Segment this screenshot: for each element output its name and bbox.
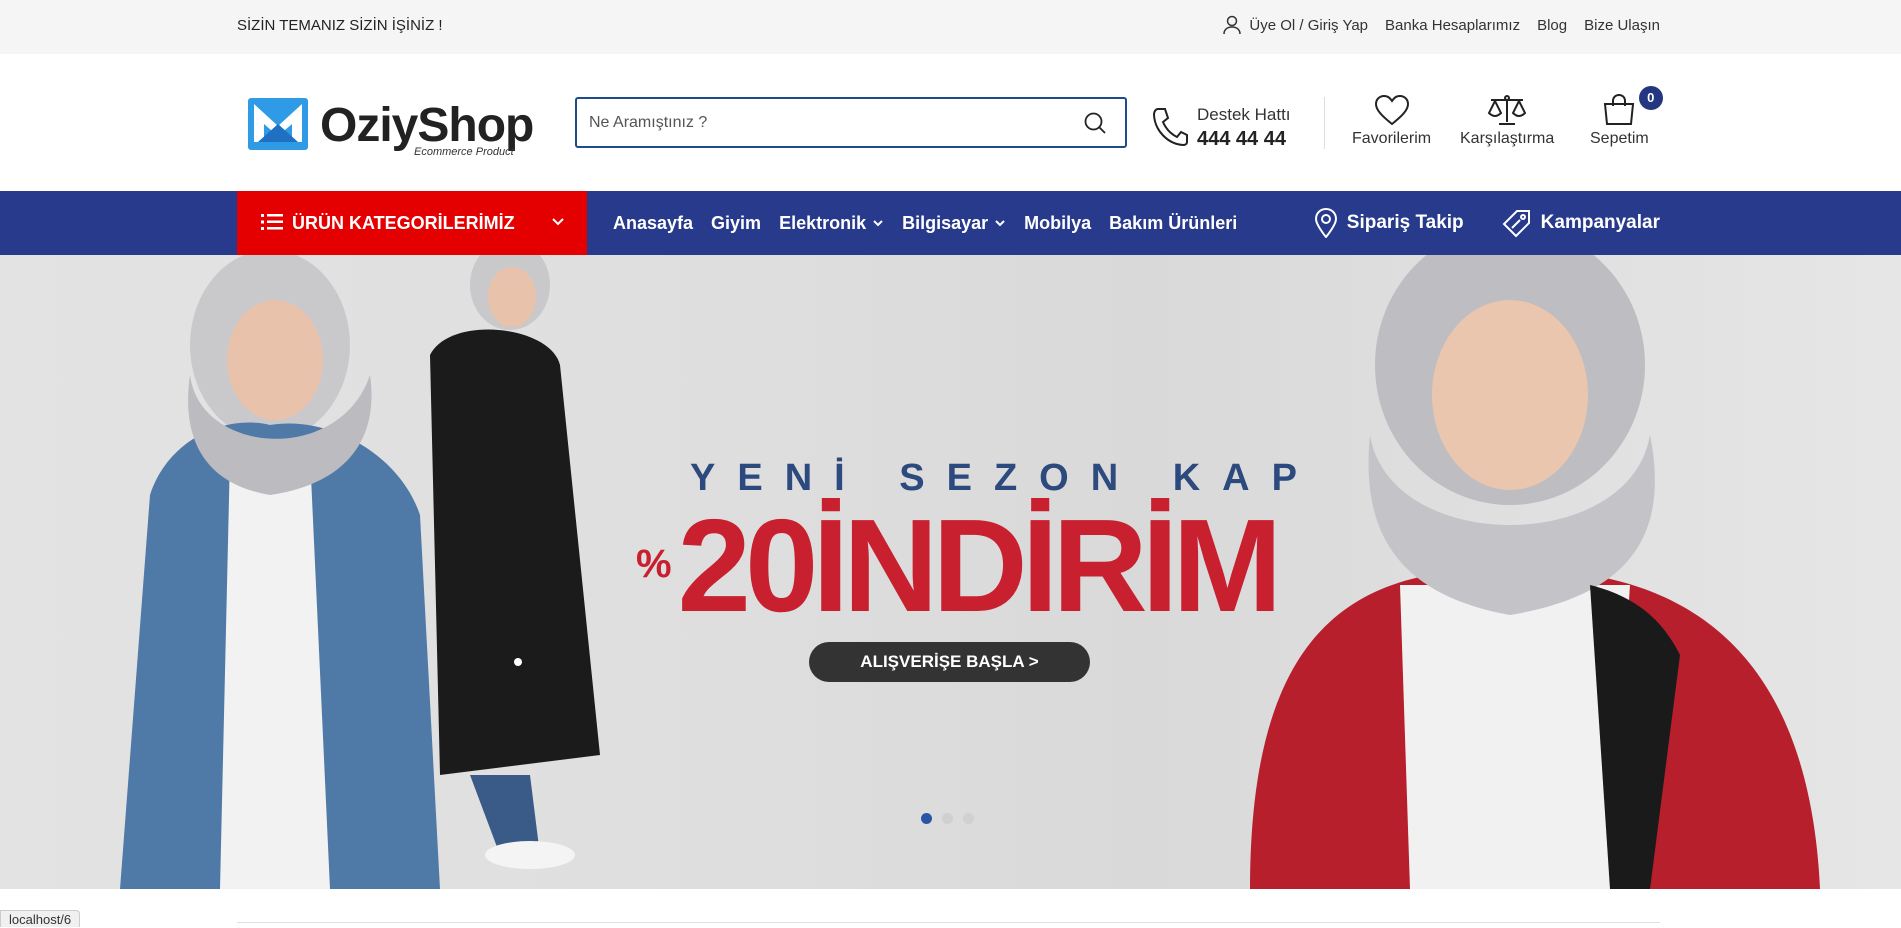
- nav-item-furniture[interactable]: Mobilya: [1024, 213, 1091, 234]
- nav-item-computer[interactable]: Bilgisayar: [902, 213, 1006, 234]
- status-bar-url: localhost/6: [0, 910, 81, 927]
- nav-label: Mobilya: [1024, 212, 1092, 233]
- support-number: 444 44 44: [1197, 128, 1286, 150]
- scale-icon: [1487, 95, 1527, 125]
- header: OziyShop Ecommerce Product Destek Hattı …: [0, 54, 1901, 191]
- slogan: SİZİN TEMANIZ SİZİN İŞİNİZ !: [237, 17, 443, 34]
- search-input[interactable]: [589, 111, 1059, 135]
- divider: [1324, 97, 1325, 149]
- cart-count-badge: 0: [1638, 86, 1663, 110]
- login-label[interactable]: Üye Ol / Giriş Yap: [1249, 17, 1368, 34]
- nav-item-electronics[interactable]: Elektronik: [779, 213, 884, 234]
- top-bar: SİZİN TEMANIZ SİZİN İŞİNİZ ! Üye Ol / Gi…: [0, 0, 1901, 54]
- discount-tag-icon: [1502, 210, 1530, 238]
- user-icon: [1223, 15, 1242, 35]
- menu: Anasayfa Giyim Elektronik Bilgisayar Mob…: [613, 191, 1237, 255]
- order-tracking-link[interactable]: Sipariş Takip: [1314, 208, 1464, 238]
- hero-banner[interactable]: YENİ SEZON KAP %20İNDİRİM ALIŞVERİŞE BAŞ…: [0, 255, 1901, 889]
- nav-right: Sipariş Takip Kampanyalar: [1314, 191, 1660, 255]
- location-pin-icon: [1314, 208, 1337, 238]
- nav-label: Anasayfa: [613, 212, 694, 233]
- discount-word: İNDİRİM: [812, 492, 1282, 639]
- phone-icon: [1152, 108, 1188, 146]
- contact-link[interactable]: Bize Ulaşın: [1584, 17, 1660, 34]
- slider-dot[interactable]: [942, 813, 953, 824]
- hero-title: %20İNDİRİM: [636, 500, 1282, 632]
- cart-button[interactable]: Sepetim 0: [1590, 86, 1663, 148]
- top-links: Üye Ol / Giriş Yap Banka Hesaplarımız Bl…: [1223, 15, 1660, 35]
- support-label: Destek Hattı: [1197, 105, 1291, 124]
- nav-item-home[interactable]: Anasayfa: [613, 213, 693, 234]
- model-left-image: [120, 255, 600, 889]
- discount-value: 20: [677, 492, 819, 639]
- logo-mark-icon: [248, 98, 308, 150]
- categories-button[interactable]: ÜRÜN KATEGORİLERİMİZ: [237, 191, 587, 255]
- chevron-down-icon: [873, 220, 883, 227]
- cart-label: Sepetim: [1590, 130, 1649, 147]
- logo-tagline: Ecommerce Product: [414, 146, 514, 158]
- compare-button[interactable]: Karşılaştırma: [1460, 94, 1554, 148]
- main-nav: ÜRÜN KATEGORİLERİMİZ Anasayfa Giyim Elek…: [0, 191, 1901, 255]
- campaigns-label: Kampanyalar: [1540, 212, 1660, 233]
- login-link[interactable]: Üye Ol / Giriş Yap: [1223, 15, 1368, 35]
- model-right-image: [1250, 255, 1820, 889]
- list-icon: [261, 214, 283, 230]
- slider-dot[interactable]: [963, 813, 974, 824]
- favorites-label: Favorilerim: [1352, 130, 1432, 147]
- slider-dots: [921, 813, 974, 824]
- nav-label: Giyim: [711, 212, 762, 233]
- nav-item-clothing[interactable]: Giyim: [711, 213, 761, 234]
- compare-label: Karşılaştırma: [1460, 130, 1555, 147]
- slider-marker: [514, 658, 522, 666]
- nav-item-care[interactable]: Bakım Ürünleri: [1109, 213, 1237, 234]
- support-line[interactable]: Destek Hattı 444 44 44: [1152, 102, 1292, 152]
- nav-label: Elektronik: [779, 212, 867, 233]
- blog-link[interactable]: Blog: [1537, 17, 1567, 34]
- content-divider: [237, 922, 1660, 923]
- search-box: [575, 97, 1127, 148]
- categories-label: ÜRÜN KATEGORİLERİMİZ: [292, 213, 515, 233]
- heart-icon: [1374, 94, 1409, 126]
- percent-sign: %: [636, 542, 672, 586]
- nav-label: Bilgisayar: [902, 212, 989, 233]
- bank-accounts-link[interactable]: Banka Hesaplarımız: [1385, 17, 1520, 34]
- search-icon[interactable]: [1083, 111, 1107, 135]
- start-shopping-button[interactable]: ALIŞVERİŞE BAŞLA >: [809, 642, 1090, 682]
- logo[interactable]: OziyShop Ecommerce Product: [246, 94, 536, 164]
- campaigns-link[interactable]: Kampanyalar: [1502, 208, 1660, 238]
- nav-label: Bakım Ürünleri: [1109, 212, 1238, 233]
- slider-dot[interactable]: [921, 813, 932, 824]
- order-tracking-label: Sipariş Takip: [1346, 212, 1464, 233]
- favorites-button[interactable]: Favorilerim: [1352, 94, 1431, 148]
- chevron-down-icon: [995, 220, 1005, 227]
- logo-name: OziyShop: [320, 99, 534, 152]
- chevron-down-icon: [552, 218, 564, 226]
- shopping-bag-icon: [1604, 94, 1635, 125]
